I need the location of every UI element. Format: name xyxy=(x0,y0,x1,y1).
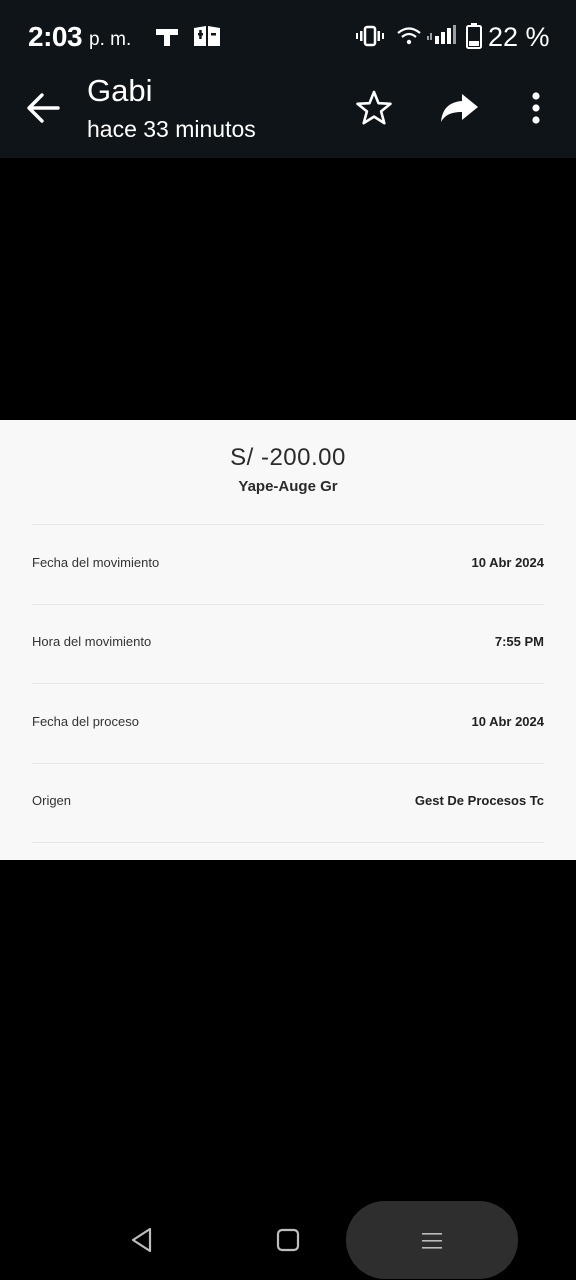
notification-app-icon xyxy=(194,26,220,46)
back-button[interactable] xyxy=(22,86,66,130)
arrow-left-icon xyxy=(27,93,60,123)
divider xyxy=(32,683,544,684)
star-icon xyxy=(356,90,392,125)
notification-t-icon xyxy=(156,29,178,46)
signal-icon xyxy=(427,25,456,44)
more-options-button[interactable] xyxy=(520,86,552,130)
wifi-icon xyxy=(397,27,421,45)
receipt-image: S/ -200.00 Yape-Auge Gr Fecha del movimi… xyxy=(0,420,576,860)
value-origen: Gest De Procesos Tc xyxy=(414,793,544,808)
value-fecha-proceso: 10 Abr 2024 xyxy=(471,714,544,729)
nav-recents-icon xyxy=(422,1233,442,1249)
star-button[interactable] xyxy=(352,86,396,130)
divider xyxy=(32,604,544,605)
nav-home-button[interactable] xyxy=(276,1228,300,1252)
battery-percent: 22 % xyxy=(488,22,550,52)
status-time: 2:03 xyxy=(28,21,83,52)
nav-back-button[interactable] xyxy=(128,1226,156,1254)
battery-icon xyxy=(466,23,482,49)
label-origen: Origen xyxy=(32,793,72,808)
status-am-pm: p. m. xyxy=(89,29,132,50)
divider xyxy=(32,842,544,843)
message-time: hace 33 minutos xyxy=(87,116,256,142)
sender-name: Gabi xyxy=(87,73,153,108)
label-fecha-proceso: Fecha del proceso xyxy=(32,714,139,729)
value-hora-movimiento: 7:55 PM xyxy=(494,634,544,649)
viewer-app-bar: Gabi hace 33 minutos xyxy=(0,70,576,158)
share-button[interactable] xyxy=(436,86,484,130)
label-fecha-movimiento: Fecha del movimiento xyxy=(32,555,160,570)
value-fecha-movimiento: 10 Abr 2024 xyxy=(471,555,544,570)
divider xyxy=(32,524,544,525)
label-hora-movimiento: Hora del movimiento xyxy=(32,634,152,649)
vibrate-icon xyxy=(356,25,384,47)
status-bar: 2:03 p. m. 22 % xyxy=(0,0,576,70)
divider xyxy=(32,763,544,764)
image-viewer-screen: 2:03 p. m. 22 % Gabi hace 33 minutos S/ … xyxy=(0,0,576,1280)
share-icon xyxy=(441,94,478,122)
nav-back-icon xyxy=(131,1227,152,1253)
more-vert-icon xyxy=(532,92,540,124)
nav-home-icon xyxy=(276,1228,300,1252)
merchant-name: Yape-Auge Gr xyxy=(238,478,338,495)
nav-recents-icon-wrap xyxy=(420,1229,444,1253)
transaction-amount: S/ -200.00 xyxy=(230,444,346,471)
